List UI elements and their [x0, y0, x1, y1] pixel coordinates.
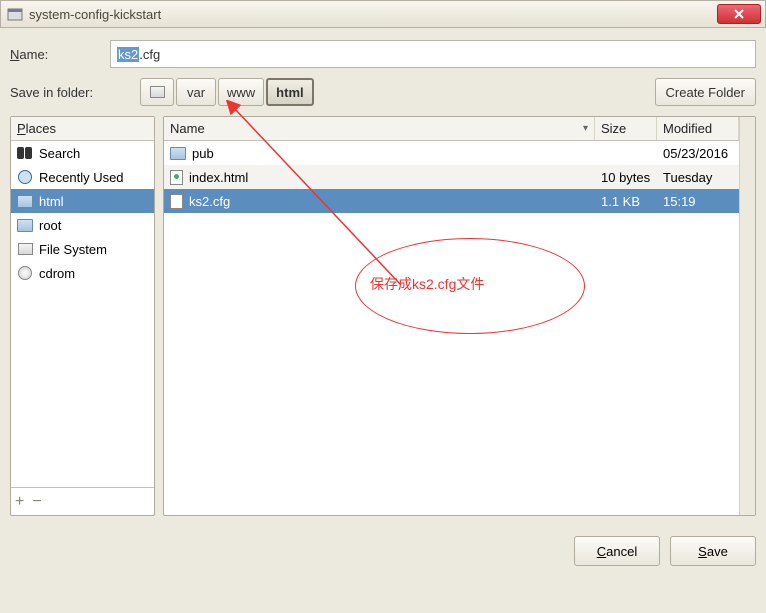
- name-row: Name: ks2.cfg: [10, 40, 756, 68]
- places-list: Search Recently Used html root File Syst…: [11, 141, 154, 487]
- path-crumb-html[interactable]: html: [266, 78, 313, 106]
- drive-icon: [18, 243, 33, 255]
- path-root-button[interactable]: [140, 78, 174, 106]
- places-item-cdrom[interactable]: cdrom: [11, 261, 154, 285]
- folder-row: Save in folder: var www html Create Fold…: [10, 78, 756, 106]
- folder-icon: [17, 219, 33, 232]
- places-toolbar: + −: [11, 487, 154, 515]
- create-folder-button[interactable]: Create Folder: [655, 78, 756, 106]
- places-item-recent[interactable]: Recently Used: [11, 165, 154, 189]
- file-row[interactable]: pub 05/23/2016: [164, 141, 739, 165]
- file-list-header: Name▾ Size Modified: [164, 117, 739, 141]
- column-size[interactable]: Size: [595, 117, 657, 140]
- places-header[interactable]: Places: [11, 117, 154, 141]
- folder-icon: [170, 147, 186, 160]
- column-name[interactable]: Name▾: [164, 117, 595, 140]
- disc-icon: [18, 266, 32, 280]
- path-crumb-www[interactable]: www: [218, 78, 264, 106]
- file-list: pub 05/23/2016 index.html 10 bytes Tuesd…: [164, 141, 739, 515]
- save-button[interactable]: Save: [670, 536, 756, 566]
- html-file-icon: [170, 170, 183, 185]
- places-item-html[interactable]: html: [11, 189, 154, 213]
- places-item-root[interactable]: root: [11, 213, 154, 237]
- file-row[interactable]: index.html 10 bytes Tuesday: [164, 165, 739, 189]
- text-file-icon: [170, 194, 183, 209]
- sort-indicator-icon: ▾: [583, 123, 588, 134]
- vertical-scrollbar[interactable]: [739, 117, 755, 515]
- places-panel: Places Search Recently Used html root Fi…: [10, 116, 155, 516]
- window-title: system-config-kickstart: [29, 7, 161, 22]
- file-list-panel: Name▾ Size Modified pub 05/23/2016 index…: [163, 116, 756, 516]
- name-label: Name:: [10, 47, 110, 62]
- close-button[interactable]: [717, 4, 761, 24]
- remove-bookmark-button[interactable]: −: [32, 493, 41, 511]
- add-bookmark-button[interactable]: +: [15, 493, 24, 511]
- binoculars-icon: [17, 147, 33, 159]
- column-modified[interactable]: Modified: [657, 117, 739, 140]
- folder-label: Save in folder:: [10, 85, 140, 100]
- path-crumb-var[interactable]: var: [176, 78, 216, 106]
- titlebar: system-config-kickstart: [0, 0, 766, 28]
- filename-input[interactable]: ks2.cfg: [110, 40, 756, 68]
- cancel-button[interactable]: Cancel: [574, 536, 660, 566]
- places-item-search[interactable]: Search: [11, 141, 154, 165]
- drive-icon: [150, 86, 165, 98]
- dialog-footer: Cancel Save: [0, 524, 766, 566]
- filename-selection: ks2: [117, 47, 139, 62]
- app-icon: [7, 6, 23, 22]
- places-item-filesystem[interactable]: File System: [11, 237, 154, 261]
- file-row[interactable]: ks2.cfg 1.1 KB 15:19: [164, 189, 739, 213]
- clock-icon: [18, 170, 32, 184]
- folder-icon: [17, 195, 33, 208]
